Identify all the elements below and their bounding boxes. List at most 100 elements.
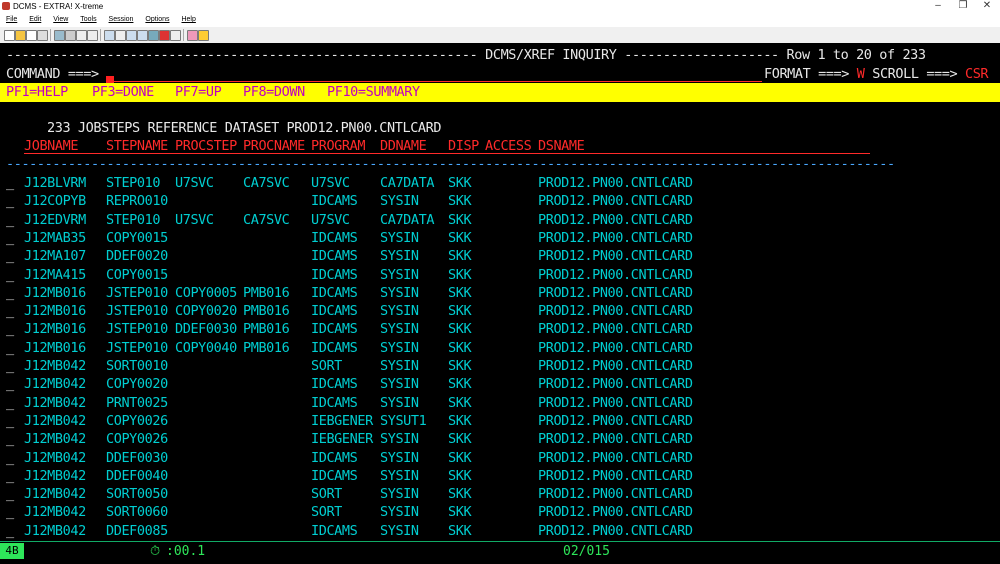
pf7-key[interactable]: PF7=UP	[175, 83, 222, 102]
cell-stepname: REPRO010	[106, 193, 168, 210]
row-select[interactable]: _	[6, 320, 14, 338]
cell-program: IDCAMS	[311, 266, 358, 283]
pf3-key[interactable]: PF3=DONE	[92, 83, 154, 102]
row-select[interactable]: _	[6, 339, 14, 357]
row-select[interactable]: _	[6, 211, 14, 229]
toolbar-separator	[183, 29, 184, 41]
cell-jobname: J12MB016	[24, 303, 86, 320]
row-select[interactable]: _	[6, 375, 14, 393]
cell-stepname: COPY0026	[106, 412, 168, 429]
cell-disp: SKK	[448, 358, 472, 374]
row-select[interactable]: _	[6, 485, 14, 503]
table-row: _ J12MB016 JSTEP010 COPY0020 PMB016 IDCAMS SYS…	[0, 302, 1000, 320]
cell-dsname: PROD12.PN00.CNTLCARD	[538, 303, 693, 320]
cell-program: IDCAMS	[311, 248, 358, 265]
cell-program: IDCAMS	[311, 321, 358, 338]
cell-program: IDCAMS	[311, 467, 358, 484]
command-input[interactable]	[114, 81, 762, 82]
table-row: _ J12MA415 COPY0015 IDCAMS SYSIN SKK PROD12.PN…	[0, 266, 1000, 284]
cell-ddname: SYSIN	[380, 467, 419, 484]
cell-ddname: SYSIN	[380, 229, 419, 246]
terminal-screen[interactable]: ----------------------------------------…	[0, 44, 1000, 541]
cell-disp: SKK	[448, 266, 472, 283]
cell-procname: CA7SVC	[243, 211, 290, 228]
cell-program: IDCAMS	[311, 339, 358, 356]
cut-icon[interactable]	[104, 30, 115, 41]
row-select[interactable]: _	[6, 467, 14, 485]
cell-program: IDCAMS	[311, 522, 358, 539]
menu-session[interactable]: Session	[109, 16, 134, 23]
paste-icon[interactable]	[115, 30, 126, 41]
cell-jobname: J12MB042	[24, 522, 86, 539]
cell-jobname: J12MB042	[24, 358, 86, 374]
cell-dsname: PROD12.PN00.CNTLCARD	[538, 339, 693, 356]
table-row: _ J12MB042 SORT0050 SORT SYSIN SKK PROD12.PN00…	[0, 485, 1000, 503]
row-select[interactable]: _	[6, 357, 14, 375]
edit-icon[interactable]	[87, 30, 98, 41]
connect-icon[interactable]	[54, 30, 65, 41]
new-icon[interactable]	[4, 30, 15, 41]
cell-ddname: SYSIN	[380, 339, 419, 356]
record-icon[interactable]	[159, 30, 170, 41]
menu-edit[interactable]: Edit	[29, 16, 41, 23]
open-icon[interactable]	[15, 30, 26, 41]
cell-program: SORT	[311, 486, 342, 503]
cell-dsname: PROD12.PN00.CNTLCARD	[538, 467, 693, 484]
pf8-key[interactable]: PF8=DOWN	[243, 83, 305, 102]
cell-program: IDCAMS	[311, 394, 358, 411]
cell-procstep: COPY0020	[175, 303, 237, 320]
cell-jobname: J12MAB35	[24, 229, 86, 246]
row-select[interactable]: _	[6, 247, 14, 265]
pf10-key[interactable]: PF10=SUMMARY	[327, 83, 420, 102]
save-icon[interactable]	[26, 30, 37, 41]
cell-stepname: JSTEP010	[106, 321, 168, 338]
macro-icon[interactable]	[148, 30, 159, 41]
cell-dsname: PROD12.PN00.CNTLCARD	[538, 284, 693, 301]
cell-program: IDCAMS	[311, 303, 358, 320]
table-row: _ J12MB042 DDEF0030 IDCAMS SYSIN SKK PROD12.PN…	[0, 449, 1000, 467]
row-select[interactable]: _	[6, 449, 14, 467]
cell-ddname: SYSIN	[380, 284, 419, 301]
copy-icon[interactable]	[76, 30, 87, 41]
row-select[interactable]: _	[6, 284, 14, 302]
menu-options[interactable]: Options	[145, 16, 169, 23]
row-select[interactable]: _	[6, 174, 14, 192]
zoom-icon[interactable]	[137, 30, 148, 41]
row-select[interactable]: _	[6, 503, 14, 521]
header-dashes-left: ----------------------------------------…	[6, 47, 478, 63]
pf1-key[interactable]: PF1=HELP	[6, 83, 68, 102]
maximize-button[interactable]: ❐	[951, 0, 975, 13]
window-titlebar: DCMS - EXTRA! X-treme – ❐ ✕	[0, 0, 1000, 13]
menu-tools[interactable]: Tools	[80, 16, 96, 23]
scroll-input[interactable]: CSR	[965, 66, 989, 82]
row-select[interactable]: _	[6, 229, 14, 247]
format-input[interactable]: W	[857, 66, 865, 82]
row-select[interactable]: _	[6, 394, 14, 412]
row-select[interactable]: _	[6, 192, 14, 210]
cell-ddname: SYSIN	[380, 321, 419, 338]
find-icon[interactable]	[126, 30, 137, 41]
close-button[interactable]: ✕	[975, 0, 999, 13]
table-row: _ J12MA107 DDEF0020 IDCAMS SYSIN SKK PROD12.PN…	[0, 247, 1000, 265]
window-title: DCMS - EXTRA! X-treme	[13, 2, 104, 11]
menu-help[interactable]: Help	[181, 16, 195, 23]
cell-procname: PMB016	[243, 321, 290, 338]
cell-dsname: PROD12.PN00.CNTLCARD	[538, 431, 693, 448]
menu-view[interactable]: View	[53, 16, 68, 23]
disconnect-icon[interactable]	[65, 30, 76, 41]
row-select[interactable]: _	[6, 522, 14, 540]
keyboard-icon[interactable]	[170, 30, 181, 41]
minimize-button[interactable]: –	[926, 0, 950, 13]
row-select[interactable]: _	[6, 266, 14, 284]
cell-procstep: COPY0005	[175, 284, 237, 301]
print-icon[interactable]	[37, 30, 48, 41]
row-select[interactable]: _	[6, 412, 14, 430]
cell-ddname: CA7DATA	[380, 211, 435, 228]
row-select[interactable]: _	[6, 302, 14, 320]
cell-procstep: U7SVC	[175, 211, 214, 228]
help-icon[interactable]	[198, 30, 209, 41]
menu-file[interactable]: File	[6, 16, 17, 23]
settings-icon[interactable]	[187, 30, 198, 41]
cell-program: U7SVC	[311, 211, 350, 228]
row-select[interactable]: _	[6, 430, 14, 448]
